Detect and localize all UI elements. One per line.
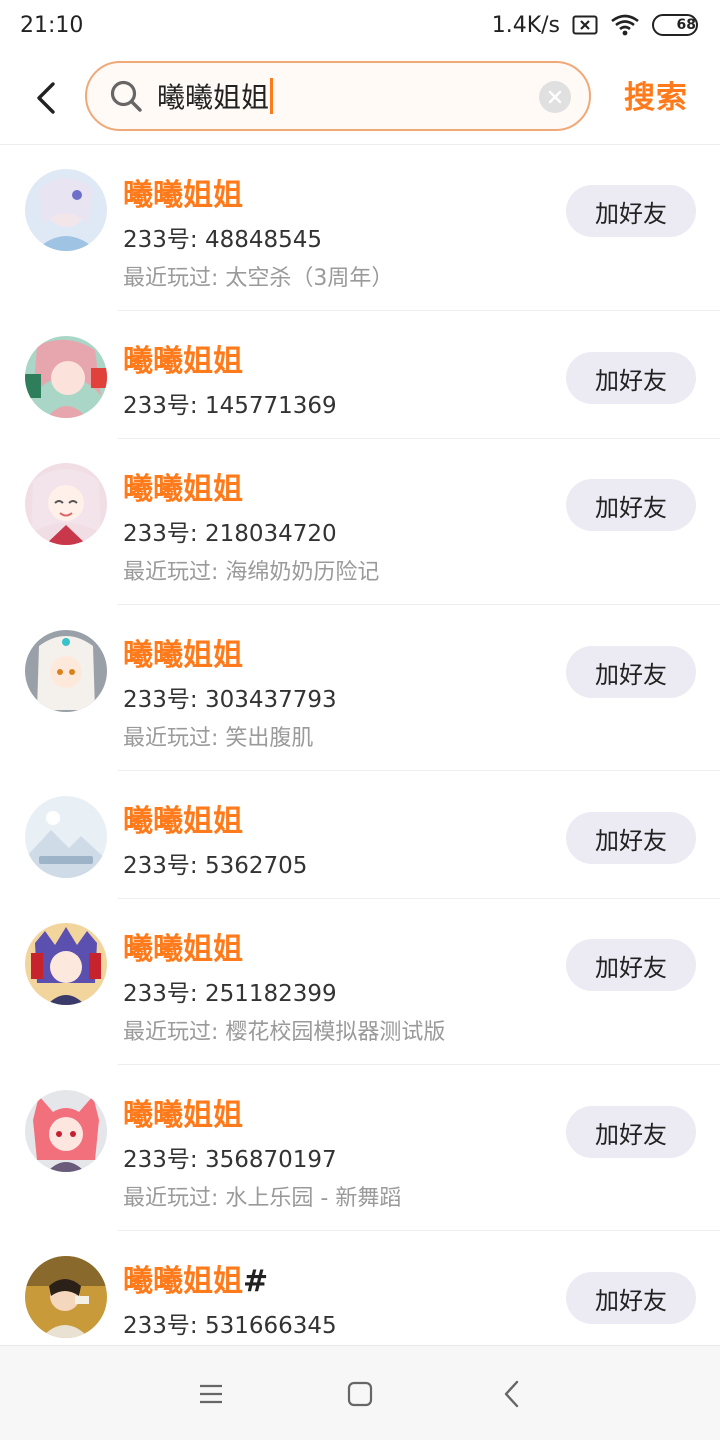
result-row[interactable]: 曦曦姐姐 233号: 145771369 加好友 bbox=[0, 311, 720, 439]
user-name-match: 曦曦姐姐 bbox=[123, 804, 243, 839]
user-name-match: 曦曦姐姐 bbox=[123, 932, 243, 967]
user-avatar[interactable] bbox=[25, 169, 107, 251]
search-header: 曦曦姐姐 搜索 bbox=[0, 50, 720, 145]
result-row[interactable]: 曦曦姐姐 233号: 5362705 加好友 bbox=[0, 771, 720, 899]
add-friend-button[interactable]: 加好友 bbox=[566, 1106, 696, 1158]
search-input[interactable]: 曦曦姐姐 bbox=[85, 61, 591, 131]
user-avatar[interactable] bbox=[25, 1090, 107, 1172]
user-id: 233号: 303437793 bbox=[123, 687, 337, 713]
result-list[interactable]: 曦曦姐姐 233号: 48848545 最近玩过: 太空杀（3周年） 加好友 曦曦姐姐 2… bbox=[0, 145, 720, 1345]
user-name-match: 曦曦姐姐 bbox=[123, 178, 243, 213]
battery-icon: 68 bbox=[652, 14, 698, 36]
recently-played: 最近玩过: 太空杀（3周年） bbox=[123, 266, 394, 291]
user-name: 曦曦姐姐 bbox=[123, 630, 243, 674]
sim-x-icon bbox=[572, 14, 598, 36]
add-friend-button[interactable]: 加好友 bbox=[566, 352, 696, 404]
home-button[interactable] bbox=[344, 1378, 376, 1410]
add-friend-button[interactable]: 加好友 bbox=[566, 185, 696, 237]
user-name: 曦曦姐姐 bbox=[123, 924, 243, 968]
user-name-match: 曦曦姐姐 bbox=[123, 1264, 243, 1299]
user-id: 233号: 48848545 bbox=[123, 227, 323, 253]
user-id: 233号: 356870197 bbox=[123, 1147, 337, 1173]
recently-played: 最近玩过: 樱花校园模拟器测试版 bbox=[123, 1020, 446, 1045]
add-friend-button[interactable]: 加好友 bbox=[566, 939, 696, 991]
nav-bar bbox=[0, 1345, 720, 1440]
search-icon bbox=[109, 79, 143, 113]
back-triangle-icon bbox=[504, 1380, 519, 1408]
recently-played: 最近玩过: 海绵奶奶历险记 bbox=[123, 560, 380, 585]
user-avatar[interactable] bbox=[25, 1256, 107, 1338]
screen: 21:10 1.4K/s 68 曦曦姐姐 搜索 曦曦姐姐 233号: 48848… bbox=[0, 0, 720, 1440]
add-friend-button[interactable]: 加好友 bbox=[566, 1272, 696, 1324]
recently-played: 最近玩过: 笑出腹肌 bbox=[123, 726, 314, 751]
add-friend-button[interactable]: 加好友 bbox=[566, 812, 696, 864]
user-name: 曦曦姐姐 bbox=[123, 464, 243, 508]
back-arrow-icon bbox=[37, 82, 55, 114]
user-name-match: 曦曦姐姐 bbox=[123, 472, 243, 507]
clear-button[interactable] bbox=[539, 81, 571, 113]
home-square-icon bbox=[347, 1381, 373, 1407]
add-friend-button[interactable]: 加好友 bbox=[566, 479, 696, 531]
user-id: 233号: 5362705 bbox=[123, 853, 308, 879]
status-time: 21:10 bbox=[20, 12, 84, 38]
user-name: 曦曦姐姐 bbox=[123, 170, 243, 214]
user-id: 233号: 531666345 bbox=[123, 1313, 337, 1339]
result-row[interactable]: 曦曦姐姐 233号: 303437793 最近玩过: 笑出腹肌 加好友 bbox=[0, 605, 720, 771]
user-avatar[interactable] bbox=[25, 463, 107, 545]
search-query: 曦曦姐姐 bbox=[157, 81, 270, 114]
user-avatar[interactable] bbox=[25, 336, 107, 418]
user-name-match: 曦曦姐姐 bbox=[123, 344, 243, 379]
recently-played: 最近玩过: 水上乐园 - 新舞蹈 bbox=[123, 1186, 402, 1211]
menu-button[interactable] bbox=[195, 1378, 227, 1410]
user-id: 233号: 145771369 bbox=[123, 393, 337, 419]
user-id: 233号: 218034720 bbox=[123, 521, 337, 547]
back-button[interactable] bbox=[20, 72, 72, 124]
nav-back-button[interactable] bbox=[496, 1378, 528, 1410]
wifi-icon bbox=[610, 14, 640, 36]
user-name-suffix: # bbox=[243, 1264, 269, 1299]
battery-level: 68 bbox=[676, 17, 696, 33]
user-name: 曦曦姐姐 bbox=[123, 796, 243, 840]
menu-icon bbox=[200, 1384, 222, 1404]
user-name-match: 曦曦姐姐 bbox=[123, 1098, 243, 1133]
search-query-wrapper: 曦曦姐姐 bbox=[157, 76, 274, 116]
status-bar: 21:10 1.4K/s 68 bbox=[0, 0, 720, 50]
result-row[interactable]: 曦曦姐姐 233号: 48848545 最近玩过: 太空杀（3周年） 加好友 bbox=[0, 145, 720, 311]
result-row[interactable]: 曦曦姐姐 233号: 356870197 最近玩过: 水上乐园 - 新舞蹈 加好友 bbox=[0, 1065, 720, 1231]
user-avatar[interactable] bbox=[25, 630, 107, 712]
user-name: 曦曦姐姐 bbox=[123, 336, 243, 380]
result-row[interactable]: 曦曦姐姐 233号: 251182399 最近玩过: 樱花校园模拟器测试版 加好友 bbox=[0, 899, 720, 1065]
close-icon bbox=[548, 90, 562, 104]
status-right: 1.4K/s 68 bbox=[492, 13, 698, 38]
user-id: 233号: 251182399 bbox=[123, 981, 337, 1007]
add-friend-button[interactable]: 加好友 bbox=[566, 646, 696, 698]
user-avatar[interactable] bbox=[25, 796, 107, 878]
text-caret bbox=[270, 78, 274, 114]
user-name-match: 曦曦姐姐 bbox=[123, 638, 243, 673]
user-avatar[interactable] bbox=[25, 923, 107, 1005]
search-button[interactable]: 搜索 bbox=[624, 72, 688, 117]
user-name: 曦曦姐姐# bbox=[123, 1256, 268, 1300]
result-row[interactable]: 曦曦姐姐# 233号: 531666345 加好友 bbox=[0, 1231, 720, 1345]
user-name: 曦曦姐姐 bbox=[123, 1090, 243, 1134]
result-row[interactable]: 曦曦姐姐 233号: 218034720 最近玩过: 海绵奶奶历险记 加好友 bbox=[0, 439, 720, 605]
network-speed: 1.4K/s bbox=[491, 12, 560, 38]
